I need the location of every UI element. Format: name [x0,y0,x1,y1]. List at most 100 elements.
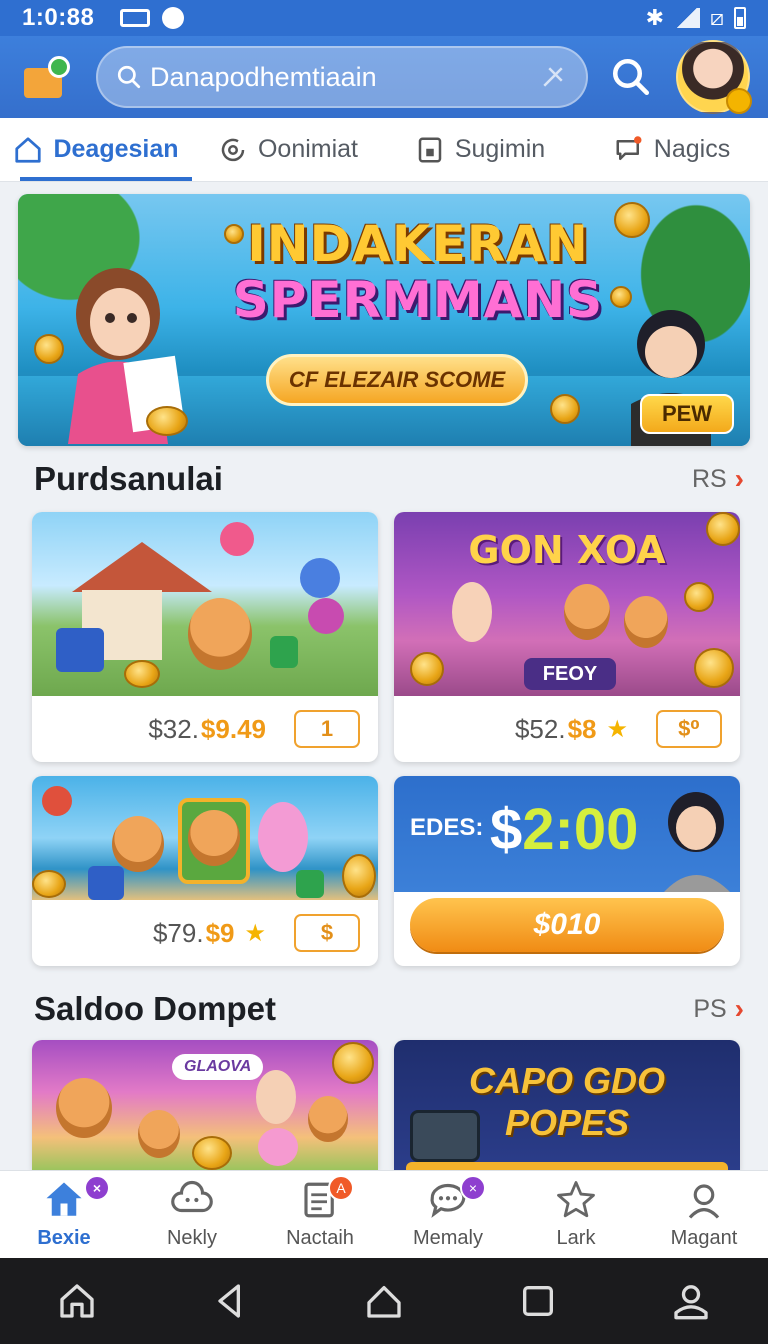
app-header [0,36,768,118]
video-call-icon [120,9,151,27]
promo-amount-value: 2:00 [522,797,639,862]
search-bar[interactable] [96,46,588,108]
coin-icon [694,648,734,688]
character-icon [256,1070,296,1124]
nav-item-nekly[interactable]: Nekly [128,1171,256,1258]
nav-label: Nactaih [286,1227,354,1249]
bear-character [308,1096,348,1142]
see-all-link[interactable]: RS › [692,463,744,495]
status-bar: 1:0:88 ✱ ⧄ [0,0,768,36]
document-icon [418,137,442,162]
tab-label: Nagics [653,135,731,163]
see-all-link[interactable]: PS › [693,993,744,1025]
clear-icon[interactable] [538,62,568,92]
chip-stack-icon [88,866,124,900]
promo-amount-prefix: $ [490,797,523,862]
buy-button[interactable]: $⁰ [656,710,722,748]
bear-character [56,1078,112,1138]
coin-icon [34,334,64,364]
coin-icon [550,394,580,424]
character-icon [564,584,610,640]
see-all-label: RS [691,464,727,493]
card-title-line1: CAPO GDO [468,1060,665,1101]
wallet-thumbnail: CAPO GDO POPES [394,1040,740,1170]
card-badge: GLAOVA [172,1054,264,1080]
profile-icon [688,1184,720,1219]
home-icon[interactable] [57,1281,97,1321]
tab-oonimiat[interactable]: Oonimiat [192,118,384,181]
card-overlay-label: FEOY [524,658,616,690]
bear-character [188,598,252,670]
profile-icon[interactable] [671,1281,711,1321]
card-footer: $52. $8 ★ $⁰ [394,696,740,762]
banner-cta-button[interactable]: CF ELEZAIR SCOME [266,354,528,406]
nav-item-memaly[interactable]: Memaly × [384,1171,512,1258]
price-old: $52. [514,713,566,744]
game-thumbnail [32,512,378,696]
search-input[interactable] [150,61,538,93]
bottom-navigation: Bexie × Nekly Nactaih A Memaly × Lark Ma… [0,1170,768,1258]
wallet-card[interactable]: GLAOVA [32,1040,378,1170]
coin-icon [410,652,444,686]
promo-amount: $2:00 [490,796,638,863]
promo-thumbnail: EDES: $2:00 [394,776,740,892]
signal-icon [674,8,700,28]
nav-badge: × [84,1175,110,1201]
character-icon [258,802,308,872]
promo-card[interactable]: EDES: $2:00 $010 [394,776,740,966]
coin-stack-icon [146,406,188,436]
tab-label: Oonimiat [257,135,359,163]
tab-nagics[interactable]: Nagics [576,118,768,181]
search-button-icon[interactable] [610,56,652,98]
chat-bubble-icon [616,135,642,160]
cloud-face-icon [171,1181,213,1213]
system-home-icon[interactable] [364,1281,404,1321]
nav-item-nactaih[interactable]: Nactaih A [256,1171,384,1258]
game-card[interactable]: $32. $9.49 1 [32,512,378,762]
card-footer: $79. $9 ★ $ [32,900,378,966]
app-notification-icon [162,7,185,29]
game-card[interactable]: GON XOA FEOY $52. $8 ★ $⁰ [394,512,740,762]
bear-character [188,810,240,866]
coin-icon [726,88,752,114]
coin-refresh-icon [221,138,245,161]
nav-item-lark[interactable]: Lark [512,1171,640,1258]
price-old: $79. [152,917,204,948]
app-logo[interactable] [18,48,76,106]
tab-label: Sugimin [454,135,546,163]
buy-button[interactable]: $ [294,914,360,952]
check-badge-icon [48,56,70,78]
avatar[interactable] [676,40,752,114]
nav-item-magant[interactable]: Magant [640,1171,768,1258]
coin-stack-icon [32,870,66,898]
promo-claim-button[interactable]: $010 [410,898,724,952]
tab-sugimin[interactable]: Sugimin [384,118,576,181]
balloon-icon [220,522,254,556]
system-navigation-bar [0,1258,768,1344]
status-left-icons [120,7,185,29]
chip-stack-icon [296,870,324,898]
search-icon [117,65,141,89]
back-icon[interactable] [210,1281,250,1321]
buy-button[interactable]: 1 [294,710,360,748]
tab-deagesian[interactable]: Deagesian [0,118,192,181]
price-new: $8 [567,713,597,744]
game-card[interactable]: $79. $9 ★ $ [32,776,378,966]
game-thumbnail [32,776,378,900]
price-new: $9.49 [200,713,266,744]
banner-title: INDAKERAN SPERMMANS [208,216,628,328]
game-thumbnail: GON XOA FEOY [394,512,740,696]
coin-icon [192,1136,232,1170]
wallet-card[interactable]: CAPO GDO POPES [394,1040,740,1170]
banner-new-badge[interactable]: PEW [640,394,734,434]
bear-character [624,596,668,648]
recents-icon[interactable] [518,1281,558,1321]
wifi-off-icon: ⧄ [710,5,724,30]
nav-label: Nekly [166,1227,217,1249]
nav-item-bexie[interactable]: Bexie × [0,1171,128,1258]
banner-title-line2: SPERMMANS [232,271,604,329]
home-icon [46,1182,82,1216]
promo-banner[interactable]: INDAKERAN SPERMMANS CF ELEZAIR SCOME PEW [18,194,750,446]
button-edge [406,1162,728,1170]
nav-label: Magant [670,1227,738,1249]
